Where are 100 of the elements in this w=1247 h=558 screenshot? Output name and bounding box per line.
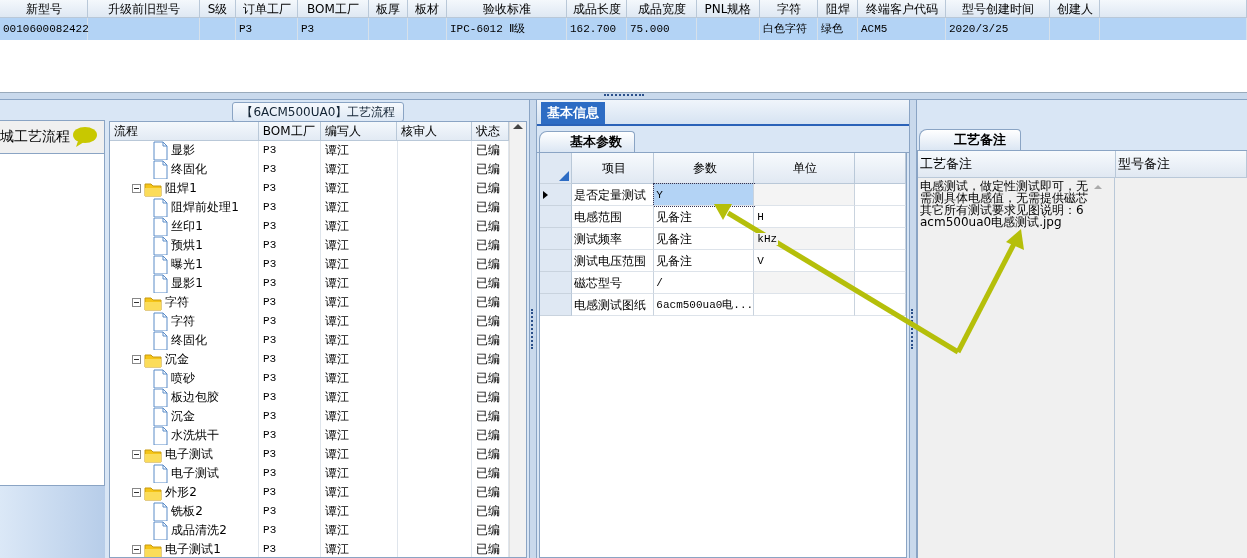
table-cell: 谭江 bbox=[321, 312, 398, 331]
table-cell[interactable]: 电感测试图纸 bbox=[572, 294, 655, 316]
table-cell[interactable]: kHz bbox=[754, 228, 856, 250]
table-cell: 0010600082422 bbox=[0, 18, 88, 40]
empty-cell bbox=[855, 294, 907, 316]
folder-icon bbox=[144, 484, 163, 501]
column-header[interactable]: 型号备注 bbox=[1116, 151, 1247, 177]
splitter-grip[interactable] bbox=[531, 309, 536, 349]
collapse-toggle[interactable] bbox=[132, 488, 142, 497]
scrollbar[interactable] bbox=[509, 122, 527, 557]
tab[interactable]: 基本信息 bbox=[541, 102, 606, 124]
table-cell: P3 bbox=[259, 388, 322, 407]
table-cell[interactable]: 见备注 bbox=[654, 250, 755, 272]
tree-item[interactable]: 终固化 bbox=[171, 160, 208, 179]
column-header[interactable]: 流程 bbox=[110, 122, 259, 140]
tree-item[interactable]: 成品清洗2 bbox=[171, 521, 227, 540]
file-icon bbox=[152, 388, 169, 407]
tree-item[interactable]: 阻焊1 bbox=[165, 179, 197, 198]
tree-item[interactable]: 沉金 bbox=[165, 350, 190, 369]
tree-item[interactable]: 水洗烘干 bbox=[171, 426, 220, 445]
file-icon bbox=[152, 521, 169, 540]
tree-item[interactable]: 电子测试1 bbox=[165, 540, 221, 557]
collapse-toggle[interactable] bbox=[132, 355, 142, 364]
column-header[interactable]: BOM工厂 bbox=[258, 122, 322, 140]
table-cell: P3 bbox=[258, 540, 322, 557]
tree-item[interactable]: 终固化 bbox=[171, 331, 208, 350]
empty-cell bbox=[855, 206, 907, 228]
table-cell: P3 bbox=[259, 464, 322, 483]
table-cell: P3 bbox=[298, 18, 369, 40]
tree-item[interactable]: 电子测试 bbox=[171, 464, 220, 483]
table-cell: P3 bbox=[259, 331, 322, 350]
remark-text[interactable]: 电感测试，做定性测试即可，无需测具体电感值，无需提供磁芯其它所有测试要求见图说明：6acm500ua0电感测试.jpg bbox=[918, 178, 1090, 228]
table-cell: P3 bbox=[258, 179, 322, 198]
column-header[interactable]: 编写人 bbox=[321, 122, 398, 140]
tree-item[interactable]: 外形2 bbox=[165, 483, 197, 502]
tab[interactable]: 基本参数 bbox=[539, 131, 636, 152]
file-icon bbox=[152, 464, 169, 483]
table-cell[interactable]: 电感范围 bbox=[572, 206, 655, 228]
file-icon bbox=[152, 236, 169, 255]
tree-item[interactable]: 电子测试 bbox=[165, 445, 214, 464]
tree-item[interactable]: 字符 bbox=[171, 312, 196, 331]
table-cell: 绿色 bbox=[818, 18, 858, 40]
table-cell: P3 bbox=[259, 426, 322, 445]
tab[interactable]: 工艺备注 bbox=[919, 129, 1021, 150]
tree-item[interactable]: 板边包胶 bbox=[171, 388, 220, 407]
table-cell: P3 bbox=[259, 369, 322, 388]
table-cell: 谭江 bbox=[321, 540, 398, 557]
tree-item[interactable]: 丝印1 bbox=[171, 217, 203, 236]
table-cell: 谭江 bbox=[321, 483, 398, 502]
table-cell[interactable]: Y bbox=[654, 184, 755, 206]
table-cell: 谭江 bbox=[321, 407, 398, 426]
tree-item[interactable]: 阻焊前处理1 bbox=[171, 198, 239, 217]
table-cell: P3 bbox=[259, 236, 322, 255]
table-cell: 谭江 bbox=[321, 350, 398, 369]
table-cell: 谭江 bbox=[321, 369, 398, 388]
tree-item[interactable]: 显影1 bbox=[171, 274, 203, 293]
collapse-toggle[interactable] bbox=[132, 298, 142, 307]
tree-item[interactable]: 字符 bbox=[165, 293, 190, 312]
collapse-toggle[interactable] bbox=[132, 450, 142, 459]
table-cell: 谭江 bbox=[321, 331, 398, 350]
table-cell: ACM5 bbox=[858, 18, 946, 40]
table-cell: P3 bbox=[259, 160, 322, 179]
grid-row[interactable]: 0010600082422 P3 P3 IPC-6012 Ⅱ级 162.700 75.000 白色字符 绿色 ACM5 2020/3/25 bbox=[0, 18, 1247, 40]
tree-item[interactable]: 沉金 bbox=[171, 407, 196, 426]
table-cell: P3 bbox=[258, 483, 322, 502]
group-title: 【6ACM500UA0】工艺流程 bbox=[232, 102, 405, 122]
collapse-toggle[interactable] bbox=[132, 545, 142, 554]
table-cell[interactable]: 测试频率 bbox=[572, 228, 655, 250]
table-cell[interactable]: 磁芯型号 bbox=[572, 272, 655, 294]
table-cell: P3 bbox=[258, 350, 322, 369]
column-header[interactable]: 核审人 bbox=[397, 122, 472, 140]
table-cell: 谭江 bbox=[321, 521, 398, 540]
file-icon bbox=[152, 426, 169, 445]
tree-item[interactable]: 显影 bbox=[171, 141, 196, 160]
folder-icon bbox=[144, 294, 163, 311]
table-cell: P3 bbox=[236, 18, 298, 40]
column-header[interactable]: 工艺备注 bbox=[918, 151, 1116, 177]
row-header[interactable] bbox=[540, 184, 573, 206]
file-icon bbox=[152, 198, 169, 217]
table-cell: 谭江 bbox=[321, 198, 398, 217]
table-cell: P3 bbox=[259, 217, 322, 236]
folder-icon bbox=[144, 351, 163, 368]
table-cell[interactable]: 测试电压范围 bbox=[572, 250, 655, 272]
column-header[interactable]: 项目 bbox=[572, 153, 655, 184]
table-cell: 谭江 bbox=[321, 236, 398, 255]
tree-item[interactable]: 铣板2 bbox=[171, 502, 203, 521]
collapse-toggle[interactable] bbox=[132, 184, 142, 193]
table-cell: 谭江 bbox=[321, 141, 398, 160]
table-cell: 谭江 bbox=[321, 464, 398, 483]
table-cell: 2020/3/25 bbox=[946, 18, 1050, 40]
file-icon bbox=[152, 331, 169, 350]
table-cell[interactable]: 6acm500ua0电... bbox=[654, 294, 755, 316]
splitter-grip[interactable] bbox=[911, 309, 916, 349]
tree-item[interactable]: 喷砂 bbox=[171, 369, 196, 388]
tree-item[interactable]: 曝光1 bbox=[171, 255, 203, 274]
table-cell: 谭江 bbox=[321, 426, 398, 445]
table-cell: P3 bbox=[259, 198, 322, 217]
splitter-grip[interactable] bbox=[603, 94, 644, 98]
tree-item[interactable]: 预烘1 bbox=[171, 236, 203, 255]
panel-title: 城工艺流程 bbox=[0, 128, 70, 146]
